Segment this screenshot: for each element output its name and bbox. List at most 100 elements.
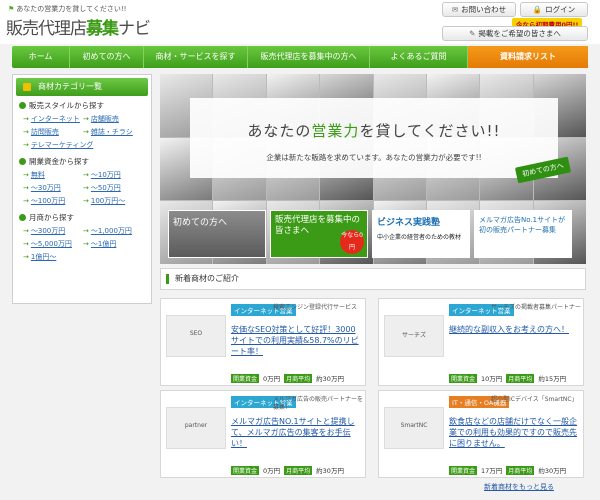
monthly-value: 約30万円 [316, 375, 344, 383]
capital-value: 10万円 [481, 375, 503, 383]
lock-icon: 🔒 [532, 5, 543, 14]
product-thumbnail[interactable]: partner [166, 407, 226, 449]
sidebar-section-style: 販売スタイルから探す [13, 99, 151, 111]
monthly-value: 約30万円 [316, 467, 344, 475]
banner-row: 初めての方へ 販売代理店を募集中の皆さまへ 今なら0円 ビジネス実践塾 中小企業の経… [168, 210, 572, 258]
contact-label: お問い合わせ [461, 5, 507, 14]
link-internet[interactable]: インターネット [23, 113, 83, 126]
login-label: ログイン [545, 5, 576, 14]
product-title-link[interactable]: 安価なSEO対策として好評！3000サイトでの利用実績&58.7%のリピート率！ [231, 324, 363, 357]
link-monthly-5000[interactable]: 〜5,000万円 [23, 238, 83, 251]
post-request-label: 掲載をご希望の皆さまへ [478, 29, 561, 38]
hero-banner: あなたの営業力を貸してください!! 企業は新たな販路を求めています。あなたの営業… [160, 74, 586, 264]
link-store[interactable]: 店舗販売 [83, 113, 143, 126]
link-capital-100[interactable]: 〜100万円 [23, 195, 83, 208]
product-card[interactable]: SmartNC IT・通信・OA機器 超小型ICデバイス「SmartNC」 飲食… [378, 390, 584, 478]
product-thumbnail[interactable]: SmartNC [384, 407, 444, 449]
bullet-icon [19, 158, 26, 165]
link-visit[interactable]: 訪問販売 [23, 126, 83, 139]
bullet-icon [19, 214, 26, 221]
mail-icon: ✉ [451, 5, 459, 14]
section-title: 販売スタイルから探す [29, 101, 104, 110]
link-capital-free[interactable]: 無料 [23, 169, 83, 182]
product-card[interactable]: SEO インターネット営業 検索エンジン登録代行サービス 安価なSEO対策として… [160, 298, 366, 386]
sidebar-section-capital: 開業資金から探す [13, 155, 151, 167]
link-monthly-300[interactable]: 〜300万円 [23, 225, 83, 238]
product-stats: 開業資金 17万円 月商平均 約30万円 [449, 465, 566, 475]
nav-home[interactable]: ホーム [12, 46, 70, 68]
link-capital-100-plus[interactable]: 100万円〜 [83, 195, 143, 208]
section-title: 開業資金から探す [29, 157, 89, 166]
monthly-label: 月商平均 [284, 373, 313, 383]
sidebar-section-monthly: 月商から探す [13, 211, 151, 223]
link-capital-50[interactable]: 〜50万円 [83, 182, 143, 195]
category-sidebar: 商材カテゴリ一覧 販売スタイルから探す インターネット 店舗販売 訪問販売 雑誌… [12, 74, 152, 304]
product-stats: 開業資金 0万円 月商平均 約30万円 [231, 465, 344, 475]
monthly-label: 月商平均 [284, 465, 313, 475]
banner-business-school[interactable]: ビジネス実践塾 中小企業の経営者のための教材 [372, 210, 470, 258]
product-category: サーチズの掲載者募集パートナー [491, 304, 582, 311]
product-category: 超小型ICデバイス「SmartNC」 [491, 396, 578, 403]
tagline-text: あなたの営業力を貸してください!! [16, 5, 127, 13]
flag-icon: ⚑ [8, 5, 15, 13]
capital-label: 開業資金 [449, 373, 478, 383]
product-title-link[interactable]: メルマガ広告NO.1サイトと提携して、メルマガ広告の集客をお手伝い！ [231, 416, 363, 449]
product-title-link[interactable]: 飲食店などの店舗だけでなく一般企業での利用も効果的ですので販売先に困りません。 [449, 416, 581, 449]
banner-sublabel: 中小企業の経営者のための教材 [377, 234, 462, 241]
headline-part: を貸してください!! [359, 122, 501, 140]
link-monthly-1oku-plus[interactable]: 1億円〜 [23, 251, 83, 264]
hero-message-box: あなたの営業力を貸してください!! 企業は新たな販路を求めています。あなたの営業… [190, 98, 558, 178]
hero-headline: あなたの営業力を貸してください!! [190, 120, 558, 141]
nav-request-list[interactable]: 資料請求リスト [468, 46, 588, 68]
capital-value: 17万円 [481, 467, 503, 475]
headline-accent: 営業力 [311, 122, 360, 140]
banner-label: 初めての方へ [173, 218, 228, 228]
logo-prefix: 販売代理店 [6, 19, 87, 39]
product-title-link[interactable]: 継続的な副収入をお考えの方へ！ [449, 324, 581, 335]
nav-for-recruiters[interactable]: 販売代理店を募集中の方へ [248, 46, 370, 68]
banner-label: メルマガ広告No.1サイトが初の販売パートナー募集 [479, 216, 566, 234]
banner-mailmag-partner[interactable]: メルマガ広告No.1サイトが初の販売パートナー募集 [474, 210, 572, 258]
new-items-heading: 新着商材のご紹介 [160, 268, 586, 290]
product-stats: 開業資金 0万円 月商平均 約30万円 [231, 373, 344, 383]
monthly-label: 月商平均 [506, 373, 535, 383]
link-monthly-1000[interactable]: 〜1,000万円 [83, 225, 143, 238]
product-card[interactable]: サーチズ インターネット営業 サーチズの掲載者募集パートナー 継続的な副収入をお… [378, 298, 584, 386]
capital-value: 0万円 [263, 375, 281, 383]
hero-subtext: 企業は新たな販路を求めています。あなたの営業力が必要です!! [266, 153, 482, 162]
edit-icon: ✎ [469, 29, 476, 38]
monthly-label: 月商平均 [506, 465, 535, 475]
site-logo[interactable]: 販売代理店募集ナビ [6, 14, 151, 39]
contact-button[interactable]: ✉ お問い合わせ [442, 2, 516, 17]
bullet-icon [19, 102, 26, 109]
sidebar-title: 商材カテゴリ一覧 [16, 78, 148, 96]
nav-search-products[interactable]: 商材・サービスを探す [144, 46, 248, 68]
product-stats: 開業資金 10万円 月商平均 約15万円 [449, 373, 566, 383]
free-badge: 今なら0円 [340, 230, 364, 254]
monthly-value: 約30万円 [538, 467, 567, 475]
link-capital-30[interactable]: 〜30万円 [23, 182, 83, 195]
global-nav: ホーム 初めての方へ 商材・サービスを探す 販売代理店を募集中の方へ よくあるご… [12, 46, 588, 68]
more-new-items-link[interactable]: 新着商材をもっと見る [484, 482, 554, 492]
capital-label: 開業資金 [231, 373, 260, 383]
headline-part: あなたの [247, 122, 312, 140]
logo-suffix: ナビ [118, 19, 151, 39]
header: ⚑ あなたの営業力を貸してください!! 販売代理店募集ナビ ✉ お問い合わせ 🔒 ログ… [0, 0, 600, 44]
monthly-value: 約15万円 [538, 375, 567, 383]
banner-recruiters[interactable]: 販売代理店を募集中の皆さまへ 今なら0円 [270, 210, 368, 258]
product-category: メルマガ広告の販売パートナーを募集！ [273, 396, 364, 411]
link-capital-10[interactable]: 〜10万円 [83, 169, 143, 182]
link-monthly-1oku[interactable]: 〜1億円 [83, 238, 143, 251]
capital-label: 開業資金 [449, 465, 478, 475]
product-card[interactable]: partner インターネット営業 メルマガ広告の販売パートナーを募集！ メルマ… [160, 390, 366, 478]
product-thumbnail[interactable]: サーチズ [384, 315, 444, 357]
logo-accent: 募集 [86, 19, 119, 39]
post-request-button[interactable]: ✎ 掲載をご希望の皆さまへ [442, 26, 588, 41]
product-thumbnail[interactable]: SEO [166, 315, 226, 357]
banner-beginners[interactable]: 初めての方へ [168, 210, 266, 258]
nav-beginners[interactable]: 初めての方へ [70, 46, 144, 68]
login-button[interactable]: 🔒 ログイン [520, 2, 588, 17]
link-telemarketing[interactable]: テレマーケティング [23, 139, 143, 152]
nav-faq[interactable]: よくあるご質問 [370, 46, 468, 68]
link-magazine[interactable]: 雑誌・チラシ [83, 126, 143, 139]
